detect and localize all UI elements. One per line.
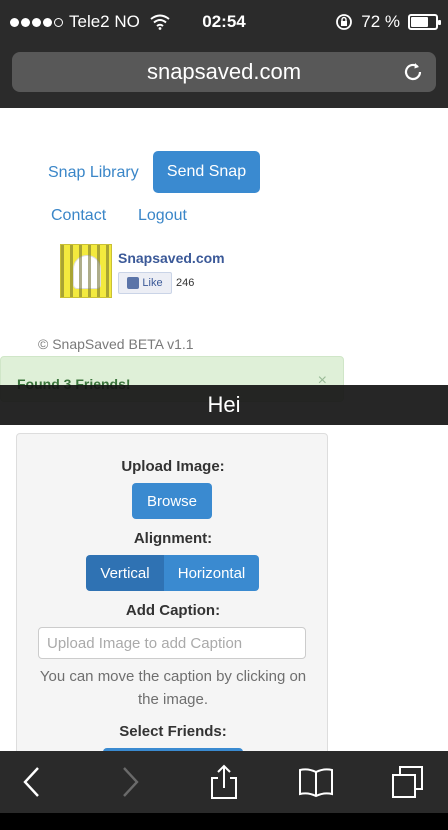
nav-logout[interactable]: Logout bbox=[138, 207, 187, 225]
caption-label: Add Caption: bbox=[125, 602, 221, 619]
share-icon[interactable] bbox=[206, 764, 242, 800]
status-right: 72 % bbox=[335, 12, 441, 32]
browser-toolbar bbox=[0, 751, 448, 813]
nav-snap-library[interactable]: Snap Library bbox=[48, 164, 139, 182]
tabs-icon[interactable] bbox=[390, 764, 426, 800]
rotation-lock-icon bbox=[336, 14, 353, 30]
facebook-like-button[interactable]: Like bbox=[118, 272, 172, 294]
like-count: 246 bbox=[176, 277, 195, 289]
send-snap-form: Upload Image: Browse Alignment: Vertical… bbox=[16, 433, 328, 774]
snap-caption-overlay[interactable]: Hei bbox=[0, 385, 448, 425]
send-snap-button[interactable]: Send Snap bbox=[153, 151, 260, 193]
bottom-strip bbox=[0, 813, 448, 830]
battery-fill bbox=[411, 17, 429, 27]
url-bar[interactable]: snapsaved.com bbox=[12, 52, 436, 92]
alignment-label: Alignment: bbox=[133, 530, 213, 547]
bookmarks-icon[interactable] bbox=[298, 764, 334, 800]
browser-topbar: Tele2 NO 02:54 72 % snapsaved.com bbox=[0, 0, 448, 108]
alignment-horizontal-button[interactable]: Horizontal bbox=[164, 555, 259, 591]
back-icon[interactable] bbox=[14, 764, 50, 800]
url-text[interactable]: snapsaved.com bbox=[12, 59, 436, 85]
copyright-text: © SnapSaved BETA v1.1 bbox=[38, 336, 194, 352]
snapsaved-logo[interactable] bbox=[60, 244, 112, 298]
forward-icon[interactable] bbox=[112, 764, 148, 800]
like-label: Like bbox=[142, 277, 163, 289]
caption-help-text: You can move the caption by clicking on … bbox=[39, 668, 307, 708]
select-friends-label: Select Friends: bbox=[119, 723, 227, 740]
alignment-vertical-button[interactable]: Vertical bbox=[86, 555, 164, 591]
status-bar: Tele2 NO 02:54 72 % bbox=[0, 0, 448, 44]
browse-button[interactable]: Browse bbox=[132, 483, 212, 519]
reload-icon[interactable] bbox=[402, 61, 424, 83]
battery-icon bbox=[408, 14, 441, 30]
nav-contact[interactable]: Contact bbox=[51, 207, 106, 225]
thumbs-up-icon bbox=[127, 277, 140, 289]
caption-input[interactable] bbox=[38, 627, 306, 659]
upload-label: Upload Image: bbox=[121, 458, 225, 475]
facebook-page-name[interactable]: Snapsaved.com bbox=[118, 250, 225, 266]
battery-percent: 72 % bbox=[361, 12, 400, 31]
